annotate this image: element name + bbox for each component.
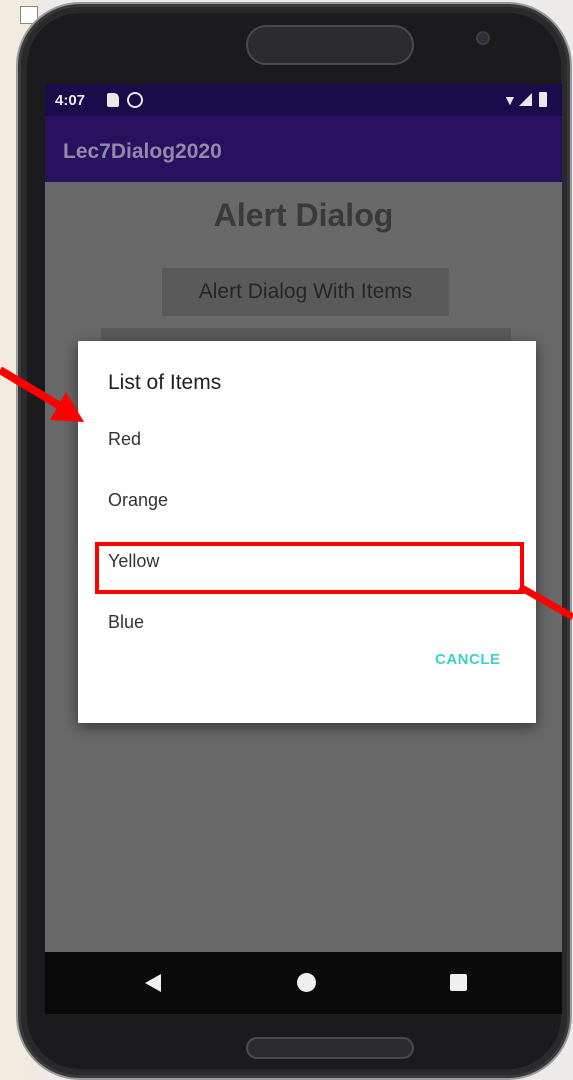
app-title: Lec7Dialog2020 [63,140,222,163]
battery-icon [539,92,547,107]
status-time: 4:07 [55,92,86,109]
annotation-arrow-left [0,366,84,422]
status-bar: 4:07 ▼ [45,84,562,116]
sync-icon [127,92,143,108]
page-title: Alert Dialog [213,197,394,233]
signal-icon [519,93,532,106]
dialog-item-blue[interactable]: Blue [108,612,144,633]
alert-dialog-with-items-button[interactable]: Alert Dialog With Items [162,268,449,316]
home-icon[interactable] [297,973,316,992]
dialog-item-red[interactable]: Red [108,429,141,450]
camera-icon [476,31,490,45]
app-bar: Lec7Dialog2020 [45,116,562,182]
navigation-bar [45,952,562,1014]
dialog-item-orange[interactable]: Orange [108,490,168,511]
speaker-grille [246,25,414,65]
bottom-speaker-grille [246,1037,414,1059]
sd-card-icon [107,93,119,107]
dialog-title: List of Items [108,371,222,394]
cancel-button[interactable]: CANCLE [435,651,501,668]
annotation-arrow-right [518,585,573,621]
recents-icon[interactable] [450,974,467,991]
alert-dialog: List of Items Red Orange Yellow Blue CAN… [78,341,536,723]
wifi-icon: ▼ [503,92,517,108]
back-icon[interactable] [145,974,161,992]
highlight-annotation-box [95,542,524,594]
